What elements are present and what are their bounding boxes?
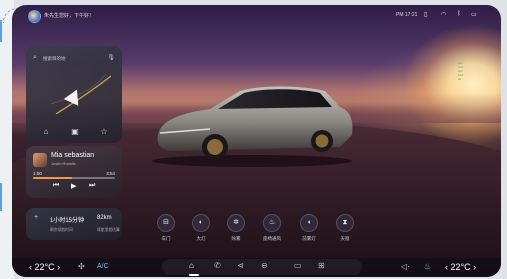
door-icon[interactable]: ⊟ [157,214,175,232]
quick-control-label: 除雾 [231,236,241,241]
search-input[interactable]: 搜索目的地 [43,56,66,62]
music-player-card[interactable]: Mia sebastian Justin Hurwitz 1:50 3:54 ⏮… [26,146,122,198]
previous-track-icon[interactable]: ⏮ [53,182,59,190]
quick-control-label: 车门 [161,236,171,241]
nav-shortcuts: ⌂ ▣ ☆ [26,126,122,138]
quick-control-seat-vent[interactable]: ♨ 座椅通风 [263,214,281,242]
front-rim [207,139,223,155]
home-icon[interactable]: ⌂ [40,126,52,138]
side-tick [0,183,7,211]
wifi-icon[interactable]: ◠ [441,11,446,18]
left-temp-value: 22°C [34,262,55,272]
headlight-icon[interactable]: ◐ [192,214,210,232]
bluetooth-icon[interactable]: ᛒ [457,11,461,17]
quick-control-label: 座椅通风 [263,236,281,241]
infotainment-screen: ▪▪▪▪ ▪▪▪▪▪ ▪▪▪▪ ▪▪▪▪▪ ▪▪▪ 朱先生您好，下午好！ PM 17:2… [12,5,501,277]
song-title: Mia sebastian [51,152,95,159]
remaining-time-value: 1小时15分钟 [50,218,85,224]
remaining-time-caption: 剩余续航时间 [50,228,73,232]
car-windows [218,89,332,109]
album-art [33,153,47,167]
remaining-distance-value: 82km [97,215,112,221]
song-artist: Justin Hurwitz [51,161,76,166]
media-icon[interactable]: ▭ [294,261,302,270]
car-icon[interactable]: ⊖ [261,261,268,270]
active-indicator [189,274,199,276]
right-temp-value: 22°C [450,262,471,272]
bottom-climate-bar: ‹ 22°C › ✣ A/C ⌂ ✆ ⊲ ⊖ ▭ ⊞ ◁· ♨ ‹ 22°C › [12,258,501,277]
quick-control-sunroof[interactable]: ⧗ 天窗 [336,214,354,242]
add-icon[interactable]: + [34,214,38,221]
avatar[interactable] [28,10,41,23]
home-icon[interactable]: ⌂ [189,261,194,270]
seat-heat-icon[interactable]: ♨ [424,262,431,271]
vehicle-image [152,86,353,167]
sunroof-icon[interactable]: ⧗ [336,214,354,232]
fog-light-icon[interactable]: ◖ [300,214,318,232]
current-time: 1:50 [33,171,42,176]
right-temperature[interactable]: ‹ 22°C › [445,262,476,272]
navigation-card[interactable]: ⌕ 搜索目的地 🎙 ⌂ ▣ ☆ [26,46,122,143]
quick-control-label: 大灯 [196,236,206,241]
quick-control-label: 天窗 [340,236,350,241]
left-temperature[interactable]: ‹ 22°C › [29,262,60,272]
status-bar: 朱先生您好，下午好！ PM 17:21 ▯ ◠ ᛒ ▭ [12,5,501,27]
total-time: 3:54 [106,171,115,176]
quick-control-fog-light[interactable]: ◖ 前雾灯 [300,214,318,242]
progress-bar[interactable] [33,177,115,179]
work-icon[interactable]: ▣ [69,126,81,138]
play-icon[interactable]: ▶ [71,182,76,190]
favorite-star-icon[interactable]: ☆ [98,126,110,138]
quick-control-door[interactable]: ⊟ 车门 [157,214,175,242]
phone-icon[interactable]: ▯ [424,11,427,18]
greeting-text: 朱先生您好，下午好！ [44,13,95,19]
remaining-distance-caption: 续航里程估算 [97,228,120,232]
quick-control-label: 前雾灯 [302,236,316,241]
side-tick [0,20,7,42]
search-icon: ⌕ [33,54,37,61]
sun-overlay-marks: ▪▪▪▪ ▪▪▪▪▪ ▪▪▪▪ ▪▪▪▪▪ ▪▪▪ [458,61,464,81]
rear-rim [315,134,329,148]
microphone-icon[interactable]: 🎙 [107,54,115,61]
fan-icon[interactable]: ✣ [78,262,85,271]
volume-icon[interactable]: ◁· [401,262,410,271]
next-track-icon[interactable]: ⏭ [89,182,95,190]
progress-fill [33,177,72,179]
quick-control-defog[interactable]: ✲ 除雾 [227,214,245,242]
battery-icon: ▭ [471,12,477,18]
nav-search-bar[interactable]: ⌕ 搜索目的地 🎙 [33,54,115,64]
range-card[interactable]: + 1小时15分钟 82km 剩余续航时间 续航里程估算 [26,208,122,240]
defog-icon[interactable]: ✲ [227,214,245,232]
clock: PM 17:21 [396,12,418,18]
ac-button[interactable]: A/C [97,263,109,270]
quick-control-headlight[interactable]: ◐ 大灯 [192,214,210,242]
navigation-icon[interactable]: ⊲ [237,261,244,270]
app-dock: ⌂ ✆ ⊲ ⊖ ▭ ⊞ [162,259,362,276]
apps-grid-icon[interactable]: ⊞ [318,261,325,270]
seat-vent-icon[interactable]: ♨ [263,214,281,232]
phone-call-icon[interactable]: ✆ [214,261,221,270]
